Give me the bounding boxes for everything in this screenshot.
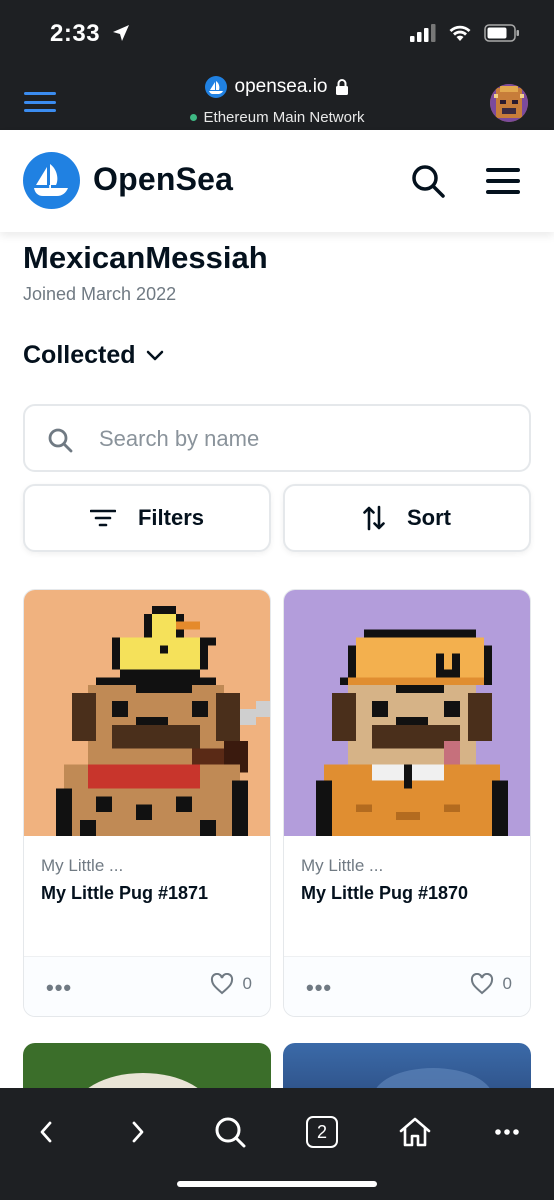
filters-label[interactable]: Filters [138,505,204,531]
profile-username: MexicanMessiah [23,240,268,275]
browser-url-bar: opensea.io Ethereum Main Network [0,70,554,130]
browser-search-button[interactable] [210,1112,250,1152]
search-input[interactable] [99,420,509,458]
network-status-dot [189,114,197,121]
collection-name[interactable]: My Little ... [301,856,383,876]
favorite-button[interactable]: 0 [470,973,512,995]
tab-count[interactable]: 2 [306,1116,338,1148]
search-icon [215,1117,246,1148]
status-bar: 2:33 [0,0,554,70]
search-icon[interactable] [410,163,446,199]
search-field[interactable] [23,404,531,472]
status-time: 2:33 [50,20,131,48]
menu-icon[interactable] [486,168,520,194]
wallet-avatar[interactable] [490,84,528,122]
address-display[interactable]: opensea.io Ethereum Main Network [0,76,554,126]
favorite-count: 0 [502,974,512,993]
nft-image[interactable] [24,590,270,836]
chevron-down-icon [146,350,163,360]
sort-arrows-icon [363,505,385,531]
more-options-icon[interactable]: ••• [46,975,72,1001]
network-indicator: Ethereum Main Network [189,109,365,126]
home-icon [399,1117,431,1147]
profile-joined-date: Joined March 2022 [23,284,177,304]
brand-name[interactable]: OpenSea [93,161,233,198]
sort-label[interactable]: Sort [407,505,451,531]
collected-dropdown[interactable]: Collected [23,341,164,370]
forward-button[interactable] [118,1112,158,1152]
url-line[interactable]: opensea.io [204,76,350,98]
location-arrow-icon [113,25,130,41]
filters-button[interactable]: Filters [23,484,271,552]
site-header: OpenSea [0,130,554,232]
wifi-icon [449,25,471,41]
favorite-count: 0 [242,974,252,993]
home-button[interactable] [395,1112,435,1152]
card-footer: ••• 0 [284,956,530,1016]
more-options-icon[interactable]: ••• [306,975,332,1001]
more-menu-button[interactable] [487,1112,527,1152]
status-indicators [410,24,520,42]
chevron-left-icon [40,1121,52,1143]
more-dots-icon [495,1129,519,1135]
filter-lines-icon [89,509,116,527]
nft-card[interactable]: My Little ... My Little Pug #1871 ••• 0 [23,589,271,1017]
collection-name[interactable]: My Little ... [41,856,123,876]
search-icon [48,428,73,453]
nft-name[interactable]: My Little Pug #1871 [41,881,221,906]
nft-image[interactable] [284,590,530,836]
chevron-right-icon [132,1121,144,1143]
back-button[interactable] [26,1112,66,1152]
site-favicon-icon [204,76,227,98]
lock-icon [336,79,349,95]
url-text[interactable]: opensea.io [235,76,328,98]
favorite-button[interactable]: 0 [210,973,252,995]
cellular-signal-icon [410,24,436,42]
nft-card[interactable]: My Little ... My Little Pug #1870 ••• 0 [283,589,531,1017]
heart-icon [470,973,493,995]
collected-label[interactable]: Collected [23,341,136,370]
network-name: Ethereum Main Network [203,109,365,126]
heart-icon [210,973,233,995]
nft-name[interactable]: My Little Pug #1870 [301,881,481,906]
card-footer: ••• 0 [24,956,270,1016]
battery-icon [484,24,519,42]
home-indicator[interactable] [177,1181,377,1187]
sort-button[interactable]: Sort [283,484,531,552]
opensea-logo-icon[interactable] [23,152,80,209]
tabs-button[interactable]: 2 [302,1112,342,1152]
